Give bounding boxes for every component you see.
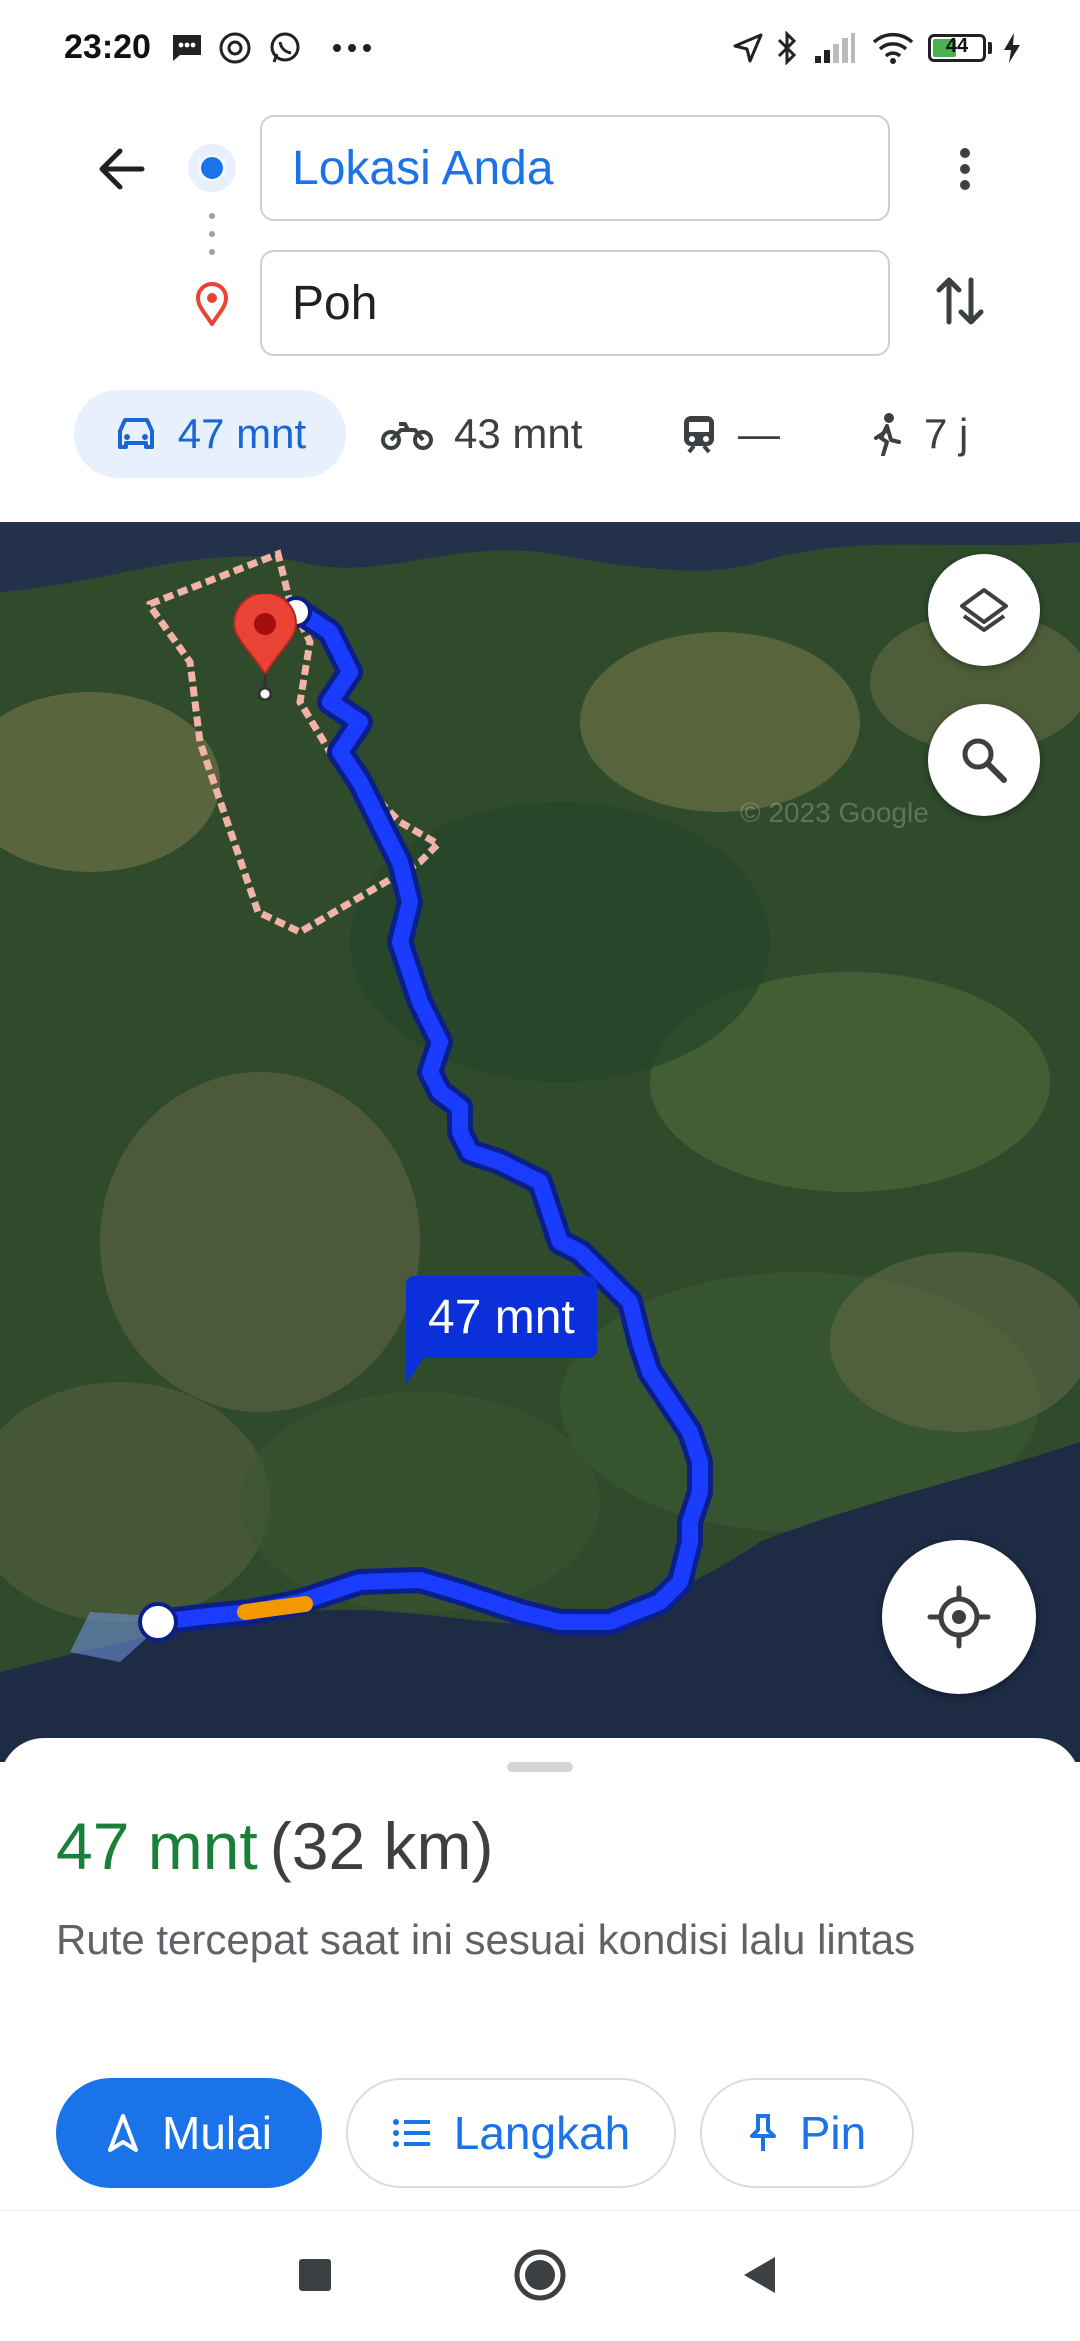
- eta-bubble[interactable]: 47 mnt: [406, 1276, 597, 1358]
- status-time: 23:20: [64, 28, 151, 66]
- layers-icon: [960, 588, 1008, 632]
- start-button-label: Mulai: [162, 2107, 272, 2159]
- destination-field-value: Poh: [292, 276, 378, 330]
- mode-car-label: 47 mnt: [177, 410, 307, 457]
- my-location-icon: [927, 1585, 991, 1649]
- destination-pin-icon: [194, 282, 230, 331]
- pin-button[interactable]: Pin: [700, 2078, 914, 2188]
- mode-transit-label: —: [738, 410, 780, 457]
- search-along-route-button[interactable]: [928, 704, 1040, 816]
- more-dots-icon: [332, 30, 372, 66]
- charging-icon: [1002, 30, 1022, 66]
- message-icon: [170, 30, 204, 66]
- home-button[interactable]: [513, 2248, 567, 2307]
- back-button[interactable]: [92, 140, 150, 198]
- battery-level: 44: [945, 35, 969, 57]
- origin-field[interactable]: Lokasi Anda: [260, 115, 890, 221]
- pin-button-label: Pin: [799, 2107, 867, 2159]
- recents-button[interactable]: [298, 2258, 332, 2297]
- route-dots-connector: [209, 212, 215, 267]
- origin-field-value: Lokasi Anda: [292, 141, 554, 195]
- destination-marker-icon: [230, 592, 300, 711]
- square-icon: [299, 2259, 331, 2291]
- mode-walk-chip[interactable]: 7 j: [870, 390, 1010, 478]
- mode-transit-chip[interactable]: —: [680, 390, 800, 478]
- mode-motorcycle-chip[interactable]: 43 mnt: [380, 390, 620, 478]
- bluetooth-icon: [776, 30, 798, 66]
- navigation-arrow-icon: [108, 2114, 139, 2152]
- steps-button-label: Langkah: [453, 2107, 631, 2159]
- route-duration: 47 mnt: [56, 1809, 258, 1883]
- back-nav-button[interactable]: [742, 2256, 776, 2299]
- at-icon: [218, 30, 252, 66]
- eta-bubble-tail: [402, 1352, 430, 1391]
- status-bar: 23:20 44: [0, 0, 1080, 96]
- route-summary: 47 mnt (32 km): [56, 1808, 493, 1884]
- motorcycle-icon: [381, 422, 433, 450]
- route-distance: (32 km): [269, 1809, 494, 1883]
- more-vert-icon: [960, 148, 970, 190]
- circle-icon: [514, 2249, 566, 2301]
- start-button[interactable]: Mulai: [56, 2078, 322, 2188]
- map-watermark: © 2023 Google: [740, 797, 929, 828]
- battery-icon: 44: [928, 30, 992, 66]
- mode-walk-label: 7 j: [924, 410, 969, 457]
- layers-button[interactable]: [928, 554, 1040, 666]
- signal-icon: [814, 30, 856, 66]
- swap-button[interactable]: [930, 270, 990, 332]
- mode-car-chip[interactable]: 47 mnt: [74, 390, 346, 478]
- location-arrow-icon: [732, 30, 764, 66]
- train-icon: [684, 416, 714, 454]
- steps-button[interactable]: Langkah: [346, 2078, 676, 2188]
- car-icon: [117, 418, 154, 449]
- mode-motorcycle-label: 43 mnt: [454, 410, 583, 457]
- pin-icon: [749, 2114, 776, 2151]
- sheet-drag-handle[interactable]: [507, 1762, 573, 1772]
- search-icon: [962, 738, 1007, 783]
- list-icon: [392, 2119, 430, 2147]
- my-location-button[interactable]: [882, 1540, 1036, 1694]
- destination-field[interactable]: Poh: [260, 250, 890, 356]
- triangle-back-icon: [744, 2257, 775, 2293]
- route-description: Rute tercepat saat ini sesuai kondisi la…: [56, 1916, 916, 1963]
- wifi-icon: [872, 30, 914, 66]
- origin-dot-icon: [186, 142, 238, 199]
- whatsapp-icon: [268, 30, 302, 66]
- walk-icon: [874, 413, 901, 456]
- eta-bubble-label: 47 mnt: [428, 1290, 575, 1344]
- swap-vert-icon: [936, 277, 984, 325]
- map-view[interactable]: © 2023 Google 47 mnt: [0, 522, 1080, 1762]
- back-arrow-icon: [99, 148, 145, 190]
- overflow-menu-button[interactable]: [940, 140, 990, 198]
